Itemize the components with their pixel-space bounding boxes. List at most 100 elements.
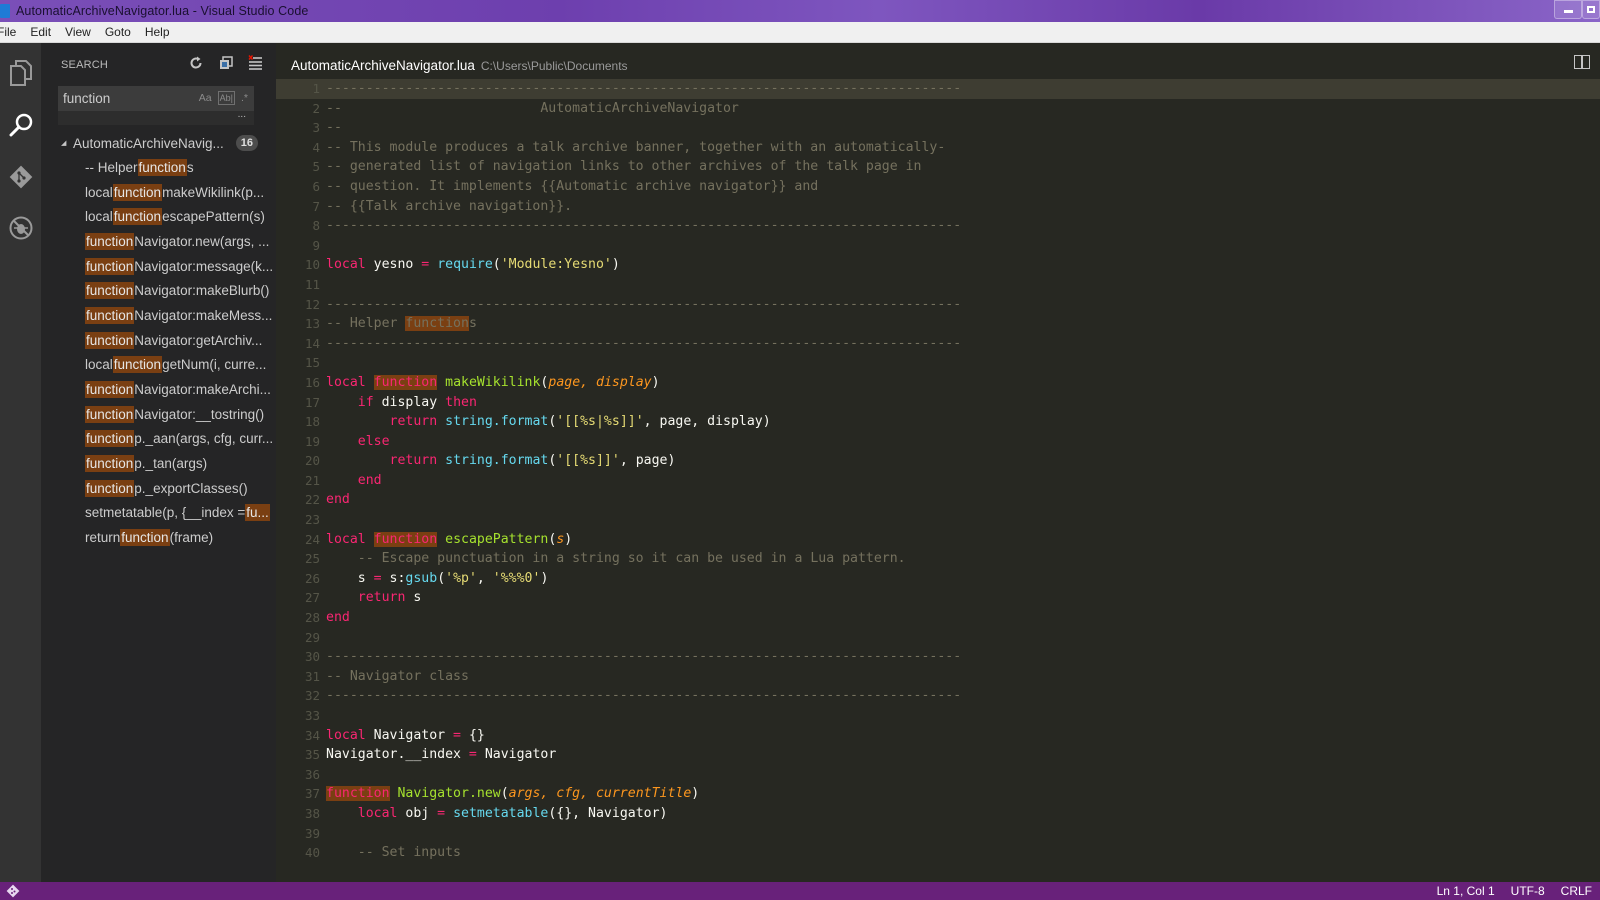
code-line[interactable]: 36 [276, 765, 1600, 785]
text-token: ( [500, 786, 509, 802]
menu-file[interactable]: File [0, 25, 23, 39]
code-line[interactable]: 39 [276, 824, 1600, 844]
code-line[interactable]: 2 -- AutomaticArchiveNavigator [276, 99, 1600, 119]
debug-view-button[interactable] [0, 208, 41, 248]
collapse-all-icon [219, 55, 233, 69]
expand-triangle-icon[interactable]: ◢ [61, 139, 73, 147]
code-line[interactable]: 28 end [276, 608, 1600, 628]
code-line[interactable]: 38 local obj = setmetatable({}, Navigato… [276, 804, 1600, 824]
code-line[interactable]: 26 s = s:gsub('%p', '%%%0') [276, 569, 1600, 589]
code-line[interactable]: 8 ---------------------------------------… [276, 216, 1600, 236]
collapse-all-button[interactable] [217, 54, 234, 71]
menu-edit[interactable]: Edit [23, 25, 58, 39]
search-match-item[interactable]: return function (frame) [41, 525, 276, 550]
code-line[interactable]: 40 -- Set inputs [276, 843, 1600, 863]
code-line[interactable]: 33 [276, 706, 1600, 726]
match-whole-word-toggle[interactable]: Ab| [217, 91, 235, 105]
search-match-item[interactable]: function Navigator:makeArchi... [41, 377, 276, 402]
menu-goto[interactable]: Goto [98, 25, 138, 39]
maximize-button[interactable] [1582, 0, 1600, 19]
search-view-button[interactable] [0, 105, 41, 145]
search-match-item[interactable]: function Navigator:makeMess... [41, 303, 276, 328]
code-line[interactable]: 22 end [276, 490, 1600, 510]
code-line[interactable]: 14 --------------------------------------… [276, 334, 1600, 354]
menu-help[interactable]: Help [138, 25, 177, 39]
search-match-item[interactable]: function Navigator:getArchiv... [41, 328, 276, 353]
code-line[interactable]: 15 [276, 353, 1600, 373]
search-input[interactable] [58, 86, 178, 111]
search-match-item[interactable]: local function escapePattern(s) [41, 204, 276, 229]
result-file-row[interactable]: ◢ AutomaticArchiveNavig... 16 [41, 131, 276, 155]
refresh-button[interactable] [187, 54, 204, 71]
split-editor-button[interactable] [1574, 55, 1590, 69]
explorer-button[interactable] [0, 53, 41, 93]
search-match-item[interactable]: function Navigator:__tostring() [41, 402, 276, 427]
search-box: Aa Ab| .* [58, 86, 254, 111]
code-line[interactable]: 29 [276, 628, 1600, 648]
menu-view[interactable]: View [58, 25, 98, 39]
code-line[interactable]: 24 local function escapePattern(s) [276, 530, 1600, 550]
search-match-item[interactable]: function p._aan(args, cfg, curr... [41, 427, 276, 452]
search-match-item[interactable]: setmetatable(p, {__index = fu... [41, 501, 276, 526]
code-area[interactable]: 1 ---------------------------------------… [276, 79, 1600, 863]
git-view-button[interactable] [0, 157, 41, 197]
code-line[interactable]: 6 -- question. It implements {{Automatic … [276, 177, 1600, 197]
toggle-search-details-button[interactable]: ... [58, 110, 254, 125]
code-line[interactable]: 3 -- [276, 118, 1600, 138]
code-line[interactable]: 23 [276, 510, 1600, 530]
code-line[interactable]: 34 local Navigator = {} [276, 726, 1600, 746]
code-line[interactable]: 30 --------------------------------------… [276, 647, 1600, 667]
line-ending-selector[interactable]: CRLF [1553, 884, 1600, 898]
code-line[interactable]: 11 [276, 275, 1600, 295]
clear-results-button[interactable] [247, 54, 264, 71]
editor-file-name[interactable]: AutomaticArchiveNavigator.lua [291, 58, 475, 73]
encoding-selector[interactable]: UTF-8 [1503, 884, 1553, 898]
cursor-position[interactable]: Ln 1, Col 1 [1429, 884, 1503, 898]
use-regex-toggle[interactable]: .* [241, 91, 248, 105]
code-line[interactable]: 13 -- Helper functions [276, 314, 1600, 334]
git-status-button[interactable] [6, 884, 20, 900]
line-number: 15 [304, 355, 320, 371]
text-token: s: [381, 570, 406, 586]
line-number: 18 [304, 414, 320, 430]
comment-token: -- AutomaticArchiveNavigator [326, 100, 739, 116]
code-line[interactable]: 21 end [276, 471, 1600, 491]
comment-token: -- Set inputs [357, 845, 461, 861]
code-line[interactable]: 1 ---------------------------------------… [276, 79, 1600, 99]
code-line[interactable]: 19 else [276, 432, 1600, 452]
code-line[interactable]: 17 if display then [276, 393, 1600, 413]
comment-token: -- Escape punctuation in a string so it … [357, 551, 906, 567]
text-token: , page, display) [643, 414, 771, 430]
code-line[interactable]: 32 --------------------------------------… [276, 686, 1600, 706]
match-highlight: function [85, 232, 135, 250]
code-line[interactable]: 35 Navigator.__index = Navigator [276, 745, 1600, 765]
code-line[interactable]: 10 local yesno = require('Module:Yesno') [276, 255, 1600, 275]
match-context: escapePattern(s) [162, 209, 265, 225]
search-match-item[interactable]: function p._exportClasses() [41, 476, 276, 501]
search-match-item[interactable]: local function makeWikilink(p... [41, 180, 276, 205]
parameter-token: args, cfg, currentTitle [508, 786, 692, 802]
line-content: -- Escape punctuation in a string so it … [326, 549, 906, 569]
code-line[interactable]: 20 return string.format('[[%s]]', page) [276, 451, 1600, 471]
search-match-item[interactable]: -- Helper function s [41, 155, 276, 180]
code-line[interactable]: 25 -- Escape punctuation in a string so … [276, 549, 1600, 569]
search-match-item[interactable]: function Navigator:makeBlurb() [41, 278, 276, 303]
code-line[interactable]: 16 local function makeWikilink(page, disp… [276, 373, 1600, 393]
code-line[interactable]: 9 [276, 236, 1600, 256]
code-line[interactable]: 5 -- generated list of navigation links t… [276, 157, 1600, 177]
search-match-item[interactable]: local function getNum(i, curre... [41, 353, 276, 378]
code-line[interactable]: 4 -- This module produces a talk archive … [276, 138, 1600, 158]
search-match-item[interactable]: function Navigator.new(args, ... [41, 229, 276, 254]
search-match-item[interactable]: function Navigator:message(k... [41, 254, 276, 279]
code-line[interactable]: 7 -- {{Talk archive navigation}}. [276, 197, 1600, 217]
code-line[interactable]: 31 -- Navigator class [276, 667, 1600, 687]
search-match-item[interactable]: function p._tan(args) [41, 451, 276, 476]
minimize-button[interactable] [1554, 0, 1582, 19]
code-line[interactable]: 37 function Navigator.new(args, cfg, curr… [276, 784, 1600, 804]
match-case-toggle[interactable]: Aa [199, 91, 212, 105]
code-line[interactable]: 12 --------------------------------------… [276, 295, 1600, 315]
code-line[interactable]: 18 return string.format('[[%s|%s]]', pag… [276, 412, 1600, 432]
code-line[interactable]: 27 return s [276, 588, 1600, 608]
